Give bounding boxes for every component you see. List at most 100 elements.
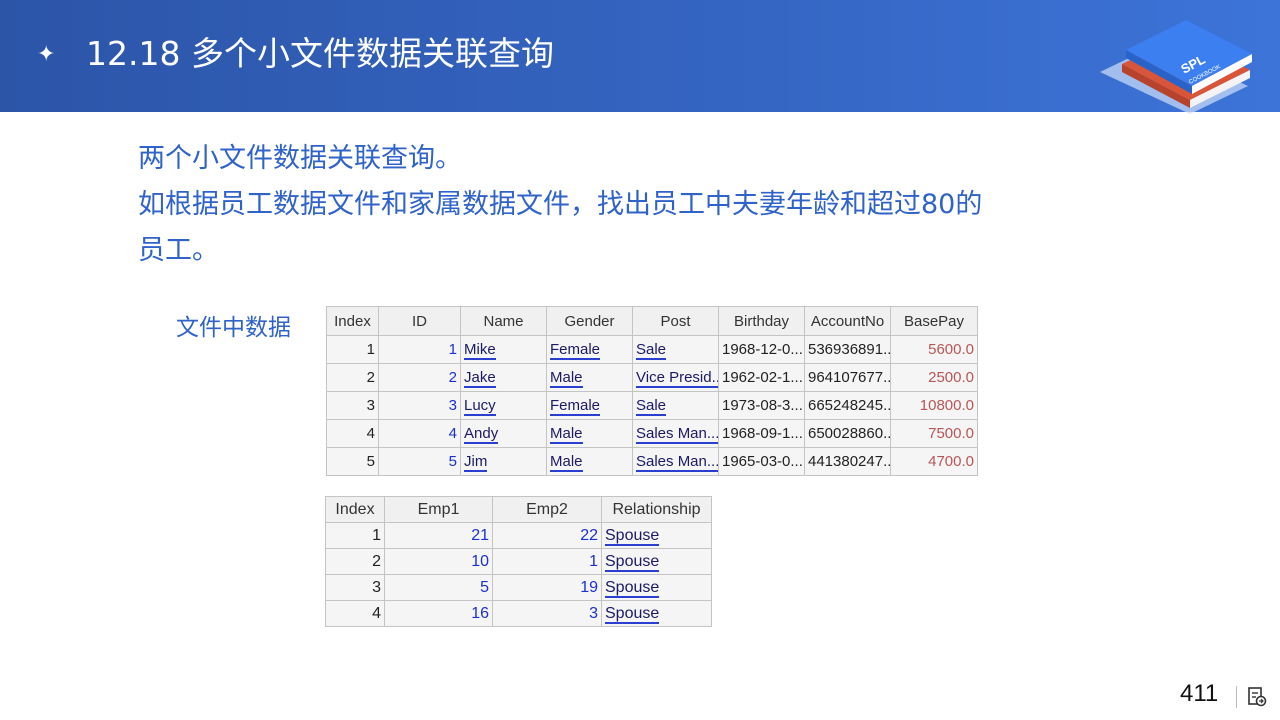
table-row: 1 1 Mike Female Sale 1968-12-0... 536936891...… (326, 335, 978, 364)
cell-relationship[interactable]: Spouse (601, 522, 712, 549)
cell-name[interactable]: Mike (460, 335, 547, 364)
cell-relationship[interactable]: Spouse (601, 600, 712, 627)
cell-id: 4 (378, 419, 461, 448)
column-header: ID (378, 306, 461, 336)
cell-post[interactable]: Sales Man... (632, 419, 719, 448)
table-row: 2 2 Jake Male Vice Presid... 1962-02-1... 9641… (326, 363, 978, 392)
employee-table: Index ID Name Gender Post Birthday Accou… (326, 306, 978, 476)
cell-emp1: 16 (384, 600, 493, 627)
cell-id: 5 (378, 447, 461, 476)
cell-name-link[interactable]: Mike (464, 341, 496, 360)
cell-post[interactable]: Sales Man... (632, 447, 719, 476)
cell-birthday: 1968-09-1... (718, 419, 805, 448)
cell-id: 2 (378, 363, 461, 392)
cell-relationship-link[interactable]: Spouse (605, 604, 660, 624)
cell-birthday: 1968-12-0... (718, 335, 805, 364)
slide-notes-icon[interactable] (1246, 686, 1268, 708)
cell-relationship-link[interactable]: Spouse (605, 578, 660, 598)
cell-name[interactable]: Jake (460, 363, 547, 392)
sparkle-icon: ✦ (37, 42, 56, 67)
cell-index: 2 (326, 363, 379, 392)
cell-post[interactable]: Sale (632, 391, 719, 420)
cell-name-link[interactable]: Jim (464, 453, 488, 472)
column-header: Index (325, 496, 385, 523)
family-header-row: Index Emp1 Emp2 Relationship (325, 496, 712, 523)
column-header: Emp1 (384, 496, 493, 523)
cell-basepay: 7500.0 (890, 419, 978, 448)
cell-post-link[interactable]: Sale (636, 397, 667, 416)
cell-emp2: 1 (492, 548, 602, 575)
cell-name-link[interactable]: Lucy (464, 397, 496, 416)
cell-emp1: 10 (384, 548, 493, 575)
cell-emp2: 3 (492, 600, 602, 627)
cell-gender-link[interactable]: Male (550, 369, 583, 388)
cell-post-link[interactable]: Sales Man... (636, 425, 718, 444)
cell-name[interactable]: Jim (460, 447, 547, 476)
table-row: 4 4 Andy Male Sales Man... 1968-09-1... 650028… (326, 419, 978, 448)
table-row: 2 10 1 Spouse (325, 548, 712, 575)
cell-birthday: 1962-02-1... (718, 363, 805, 392)
table-row: 4 16 3 Spouse (325, 600, 712, 627)
column-header: BasePay (890, 306, 978, 336)
cell-gender-link[interactable]: Male (550, 425, 583, 444)
header-bar: ✦ 12.18 多个小文件数据关联查询 SPL COOKBOOK (0, 0, 1280, 114)
cell-id: 3 (378, 391, 461, 420)
cell-relationship[interactable]: Spouse (601, 548, 712, 575)
cell-post-link[interactable]: Vice Presid... (636, 369, 718, 388)
column-header: Birthday (718, 306, 805, 336)
table-row: 1 21 22 Spouse (325, 522, 712, 549)
cell-name[interactable]: Lucy (460, 391, 547, 420)
cell-relationship-link[interactable]: Spouse (605, 526, 660, 546)
cell-gender-link[interactable]: Male (550, 453, 583, 472)
cell-post-link[interactable]: Sale (636, 341, 667, 360)
page-number: 411 (1180, 680, 1219, 707)
cell-post-link[interactable]: Sales Man... (636, 453, 718, 472)
family-table: Index Emp1 Emp2 Relationship 1 21 22 Spouse… (325, 496, 712, 627)
column-header: Gender (546, 306, 633, 336)
column-header: Index (326, 306, 379, 336)
employee-header-row: Index ID Name Gender Post Birthday Accou… (326, 306, 978, 336)
cell-accountno: 536936891... (804, 335, 891, 364)
cell-gender[interactable]: Male (546, 419, 633, 448)
cell-index: 4 (325, 600, 385, 627)
cell-index: 5 (326, 447, 379, 476)
column-header: Emp2 (492, 496, 602, 523)
column-header: Name (460, 306, 547, 336)
cell-index: 1 (325, 522, 385, 549)
column-header: Post (632, 306, 719, 336)
cell-relationship-link[interactable]: Spouse (605, 552, 660, 572)
cell-accountno: 964107677... (804, 363, 891, 392)
description-line: 两个小文件数据关联查询。 (138, 143, 462, 174)
table-row: 3 3 Lucy Female Sale 1973-08-3... 665248245...… (326, 391, 978, 420)
column-header: Relationship (601, 496, 712, 523)
cell-name-link[interactable]: Andy (464, 425, 499, 444)
cell-basepay: 5600.0 (890, 335, 978, 364)
cell-basepay: 10800.0 (890, 391, 978, 420)
cell-gender-link[interactable]: Female (550, 341, 601, 360)
table-row: 5 5 Jim Male Sales Man... 1965-03-0... 4413802… (326, 447, 978, 476)
cell-gender[interactable]: Female (546, 335, 633, 364)
cell-accountno: 665248245... (804, 391, 891, 420)
cell-basepay: 4700.0 (890, 447, 978, 476)
cell-post[interactable]: Sale (632, 335, 719, 364)
cell-gender-link[interactable]: Female (550, 397, 601, 416)
cell-index: 3 (325, 574, 385, 601)
cell-accountno: 441380247... (804, 447, 891, 476)
cell-index: 3 (326, 391, 379, 420)
cell-gender[interactable]: Female (546, 391, 633, 420)
cell-name[interactable]: Andy (460, 419, 547, 448)
page-title: 12.18 多个小文件数据关联查询 (86, 34, 554, 73)
cell-gender[interactable]: Male (546, 363, 633, 392)
cell-id: 1 (378, 335, 461, 364)
cell-basepay: 2500.0 (890, 363, 978, 392)
cell-name-link[interactable]: Jake (464, 369, 496, 388)
cell-relationship[interactable]: Spouse (601, 574, 712, 601)
cell-gender[interactable]: Male (546, 447, 633, 476)
cell-post[interactable]: Vice Presid... (632, 363, 719, 392)
cell-accountno: 650028860... (804, 419, 891, 448)
cell-emp2: 22 (492, 522, 602, 549)
cell-emp1: 5 (384, 574, 493, 601)
description: 两个小文件数据关联查询。 如根据员工数据文件和家属数据文件，找出员工中夫妻年龄和… (138, 136, 1098, 274)
cell-birthday: 1973-08-3... (718, 391, 805, 420)
description-line: 如根据员工数据文件和家属数据文件，找出员工中夫妻年龄和超过80的 (138, 189, 983, 220)
